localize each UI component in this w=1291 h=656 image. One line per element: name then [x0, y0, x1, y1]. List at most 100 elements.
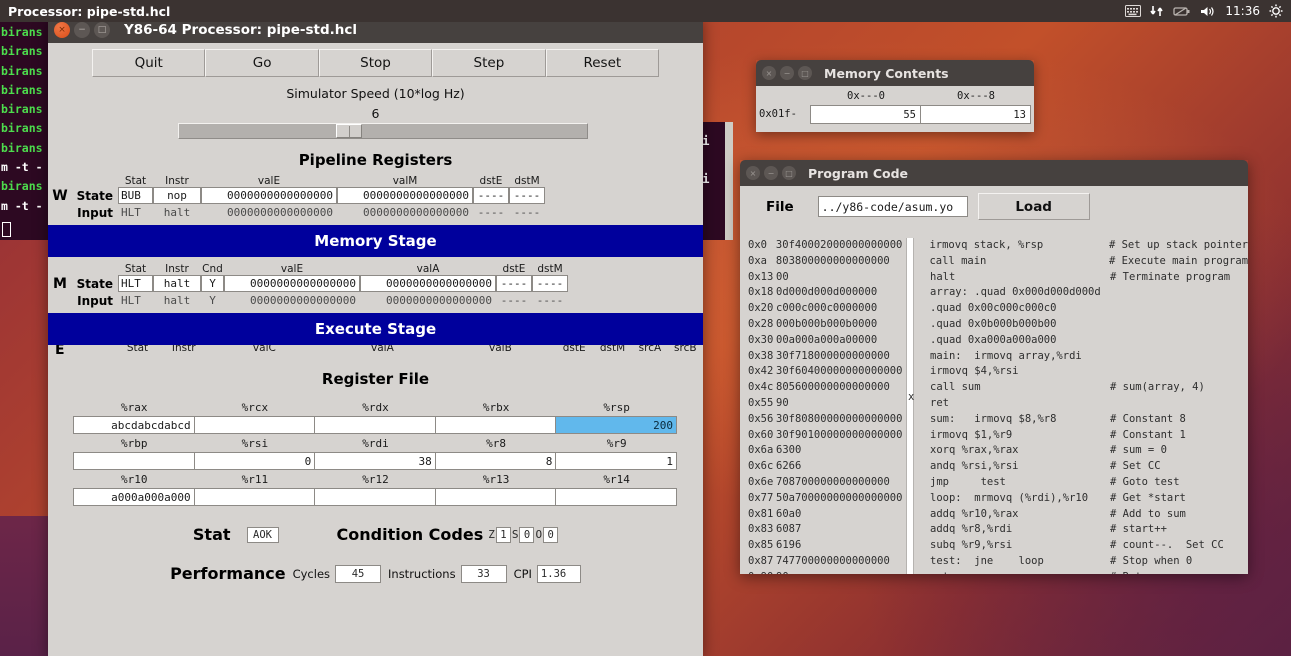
stage-m-headers: Stat Instr Cnd valE valA dstE dstM: [48, 263, 703, 275]
memory-value-8[interactable]: 13: [920, 105, 1031, 124]
code-line[interactable]: 0x77 50a70000000000000000 loop: mrmovq (%r…: [740, 491, 1248, 507]
code-line[interactable]: 0x55 90 ret: [740, 396, 1248, 412]
code-line[interactable]: 0x87 747700000000000000 test: jne loop # St…: [740, 554, 1248, 570]
reg-value-rcx[interactable]: [193, 416, 316, 434]
code-line[interactable]: 0x20 c000c000c0000000 .quad 0x00c000c000c0: [740, 301, 1248, 317]
reg-value-r9[interactable]: 1: [555, 452, 677, 470]
code-line[interactable]: 0x38 30f718000000000000 main: irmovq array…: [740, 349, 1248, 365]
reg-value-r12[interactable]: [314, 488, 436, 506]
reg-value-rdx[interactable]: [314, 416, 436, 434]
code-line[interactable]: 0x56 30f80800000000000000 sum: irmovq $8,%…: [740, 412, 1248, 428]
instructions-label: Instructions: [388, 566, 456, 581]
close-icon[interactable]: ×: [54, 21, 70, 38]
memory-titlebar[interactable]: × − □ Memory Contents: [756, 60, 1034, 86]
code-bytes: 708700000000000000: [776, 475, 890, 488]
code-line[interactable]: 0x6e 708700000000000000 jmp test # Goto tes…: [740, 475, 1248, 491]
terminal-cursor: [2, 221, 11, 237]
close-icon[interactable]: ×: [762, 66, 776, 80]
reg-value-r11[interactable]: [193, 488, 316, 506]
code-source: .quad 0x0b000b000b00: [930, 317, 1057, 330]
reg-row-values-2: a000a000a000: [73, 488, 677, 506]
code-titlebar[interactable]: × − □ Program Code: [740, 160, 1248, 186]
code-line[interactable]: 0x9090 ret# Return: [740, 570, 1248, 574]
code-line[interactable]: 0xa 803800000000000000 call main # Execute …: [740, 254, 1248, 270]
reg-value-rbx[interactable]: [434, 416, 557, 434]
top-panel: Processor: pipe-std.hcl 11:36: [0, 0, 1291, 22]
bluetooth-off-icon[interactable]: [1173, 5, 1191, 18]
reg-value-rdi[interactable]: 38: [314, 452, 436, 470]
gear-icon[interactable]: [1269, 4, 1283, 18]
maximize-icon[interactable]: □: [798, 66, 812, 80]
quit-button[interactable]: Quit: [92, 49, 206, 77]
clock[interactable]: 11:36: [1225, 4, 1260, 18]
m-state-instr: halt: [153, 275, 201, 292]
reg-value-r14[interactable]: [555, 488, 677, 506]
cpi-label: CPI: [513, 566, 532, 581]
m-input-vala: 0000000000000000: [386, 294, 492, 307]
code-scrollbar-thumb[interactable]: [907, 238, 913, 268]
m-state-dstm: ----: [532, 275, 568, 292]
code-source: call sum: [930, 381, 981, 394]
minimize-icon[interactable]: −: [780, 66, 794, 80]
code-bytes: 6087: [776, 523, 802, 536]
terminal-right-scrollbar[interactable]: [725, 122, 733, 240]
reg-name: %rax: [121, 401, 148, 414]
code-line[interactable]: 0x6c 6266 andq %rsi,%rsi # Set CC: [740, 459, 1248, 475]
code-scrollbar[interactable]: [906, 238, 914, 574]
code-line[interactable]: 0x13 00 halt # Terminate program: [740, 270, 1248, 286]
code-comment: [1110, 317, 1248, 333]
code-source: irmovq $4,%rsi: [930, 365, 1019, 378]
code-line[interactable]: 0x42 30f60400000000000000 irmovq $4,%rsi: [740, 364, 1248, 380]
reg-value-rsi[interactable]: 0: [193, 452, 316, 470]
code-line[interactable]: 0x81 60a0 addq %r10,%rax # Add to sum: [740, 507, 1248, 523]
reg-value-rax[interactable]: abcdabcdabcd: [73, 416, 195, 434]
m-input-stat: HLT: [121, 294, 141, 307]
file-input[interactable]: ../y86-code/asum.yo: [817, 196, 968, 217]
reg-value-r8[interactable]: 8: [434, 452, 557, 470]
panel-indicators: 11:36: [1125, 4, 1291, 18]
memory-value-0[interactable]: 55: [810, 105, 921, 124]
go-button[interactable]: Go: [205, 49, 319, 77]
keyboard-icon[interactable]: [1125, 5, 1142, 17]
col-dstm: dstM: [599, 345, 626, 354]
w-input-instr: halt: [163, 206, 191, 219]
close-icon[interactable]: ×: [746, 166, 760, 180]
row-label-state: State: [76, 188, 113, 203]
code-line[interactable]: 0x30 00a000a000a00000 .quad 0xa000a000a000: [740, 333, 1248, 349]
reg-value-rbp[interactable]: [73, 452, 195, 470]
col-dste: dstE: [562, 345, 586, 354]
code-comment: # count--. Set CC: [1110, 539, 1224, 552]
execute-stage-banner: Execute Stage: [48, 313, 703, 345]
col-valb: valB: [489, 345, 512, 354]
code-line[interactable]: 0x4c 805600000000000000 call sum # sum(arra…: [740, 380, 1248, 396]
step-button[interactable]: Step: [432, 49, 546, 77]
memory-table: 0x---0 0x---8 0x01f- 55 13: [756, 86, 1034, 132]
maximize-icon[interactable]: □: [782, 166, 796, 180]
code-line[interactable]: 0x85 6196 subq %r9,%rsi # count--. Set CC: [740, 538, 1248, 554]
code-line[interactable]: 0x0 30f40002000000000000 irmovq stack, %rs…: [740, 238, 1248, 254]
main-window-title: Y86-64 Processor: pipe-std.hcl: [124, 21, 357, 38]
cpi-value: 1.36: [536, 564, 581, 583]
reset-button[interactable]: Reset: [545, 49, 660, 77]
code-line[interactable]: 0x83 6087 addq %r8,%rdi # start++: [740, 522, 1248, 538]
reg-value-rsp[interactable]: 200: [555, 416, 677, 434]
volume-icon[interactable]: [1200, 5, 1216, 18]
slider-thumb[interactable]: [336, 124, 363, 138]
reg-row-values-1: 0 38 8 1: [73, 452, 677, 470]
code-bytes: 00: [776, 270, 789, 283]
code-line[interactable]: 0x18 0d000d000d000000 array: .quad 0x000d0…: [740, 285, 1248, 301]
reg-value-r10[interactable]: a000a000a000: [73, 488, 195, 506]
maximize-icon[interactable]: □: [94, 21, 110, 38]
minimize-icon[interactable]: −: [74, 21, 90, 38]
code-line[interactable]: 0x28 000b000b000b0000 .quad 0x0b000b000b00: [740, 317, 1248, 333]
speed-slider[interactable]: [178, 123, 588, 139]
code-listing[interactable]: 0x0 30f40002000000000000 irmovq stack, %rs…: [740, 238, 1248, 574]
code-line[interactable]: 0x6a 6300 xorq %rax,%rax # sum = 0: [740, 443, 1248, 459]
network-icon[interactable]: [1150, 5, 1164, 18]
minimize-icon[interactable]: −: [764, 166, 778, 180]
cc-o-label: O: [535, 528, 543, 541]
stop-button[interactable]: Stop: [318, 49, 433, 77]
code-line[interactable]: 0x60 30f90100000000000000 irmovq $1,%r9 # C…: [740, 428, 1248, 444]
reg-value-r13[interactable]: [434, 488, 557, 506]
load-button[interactable]: Load: [977, 193, 1090, 220]
